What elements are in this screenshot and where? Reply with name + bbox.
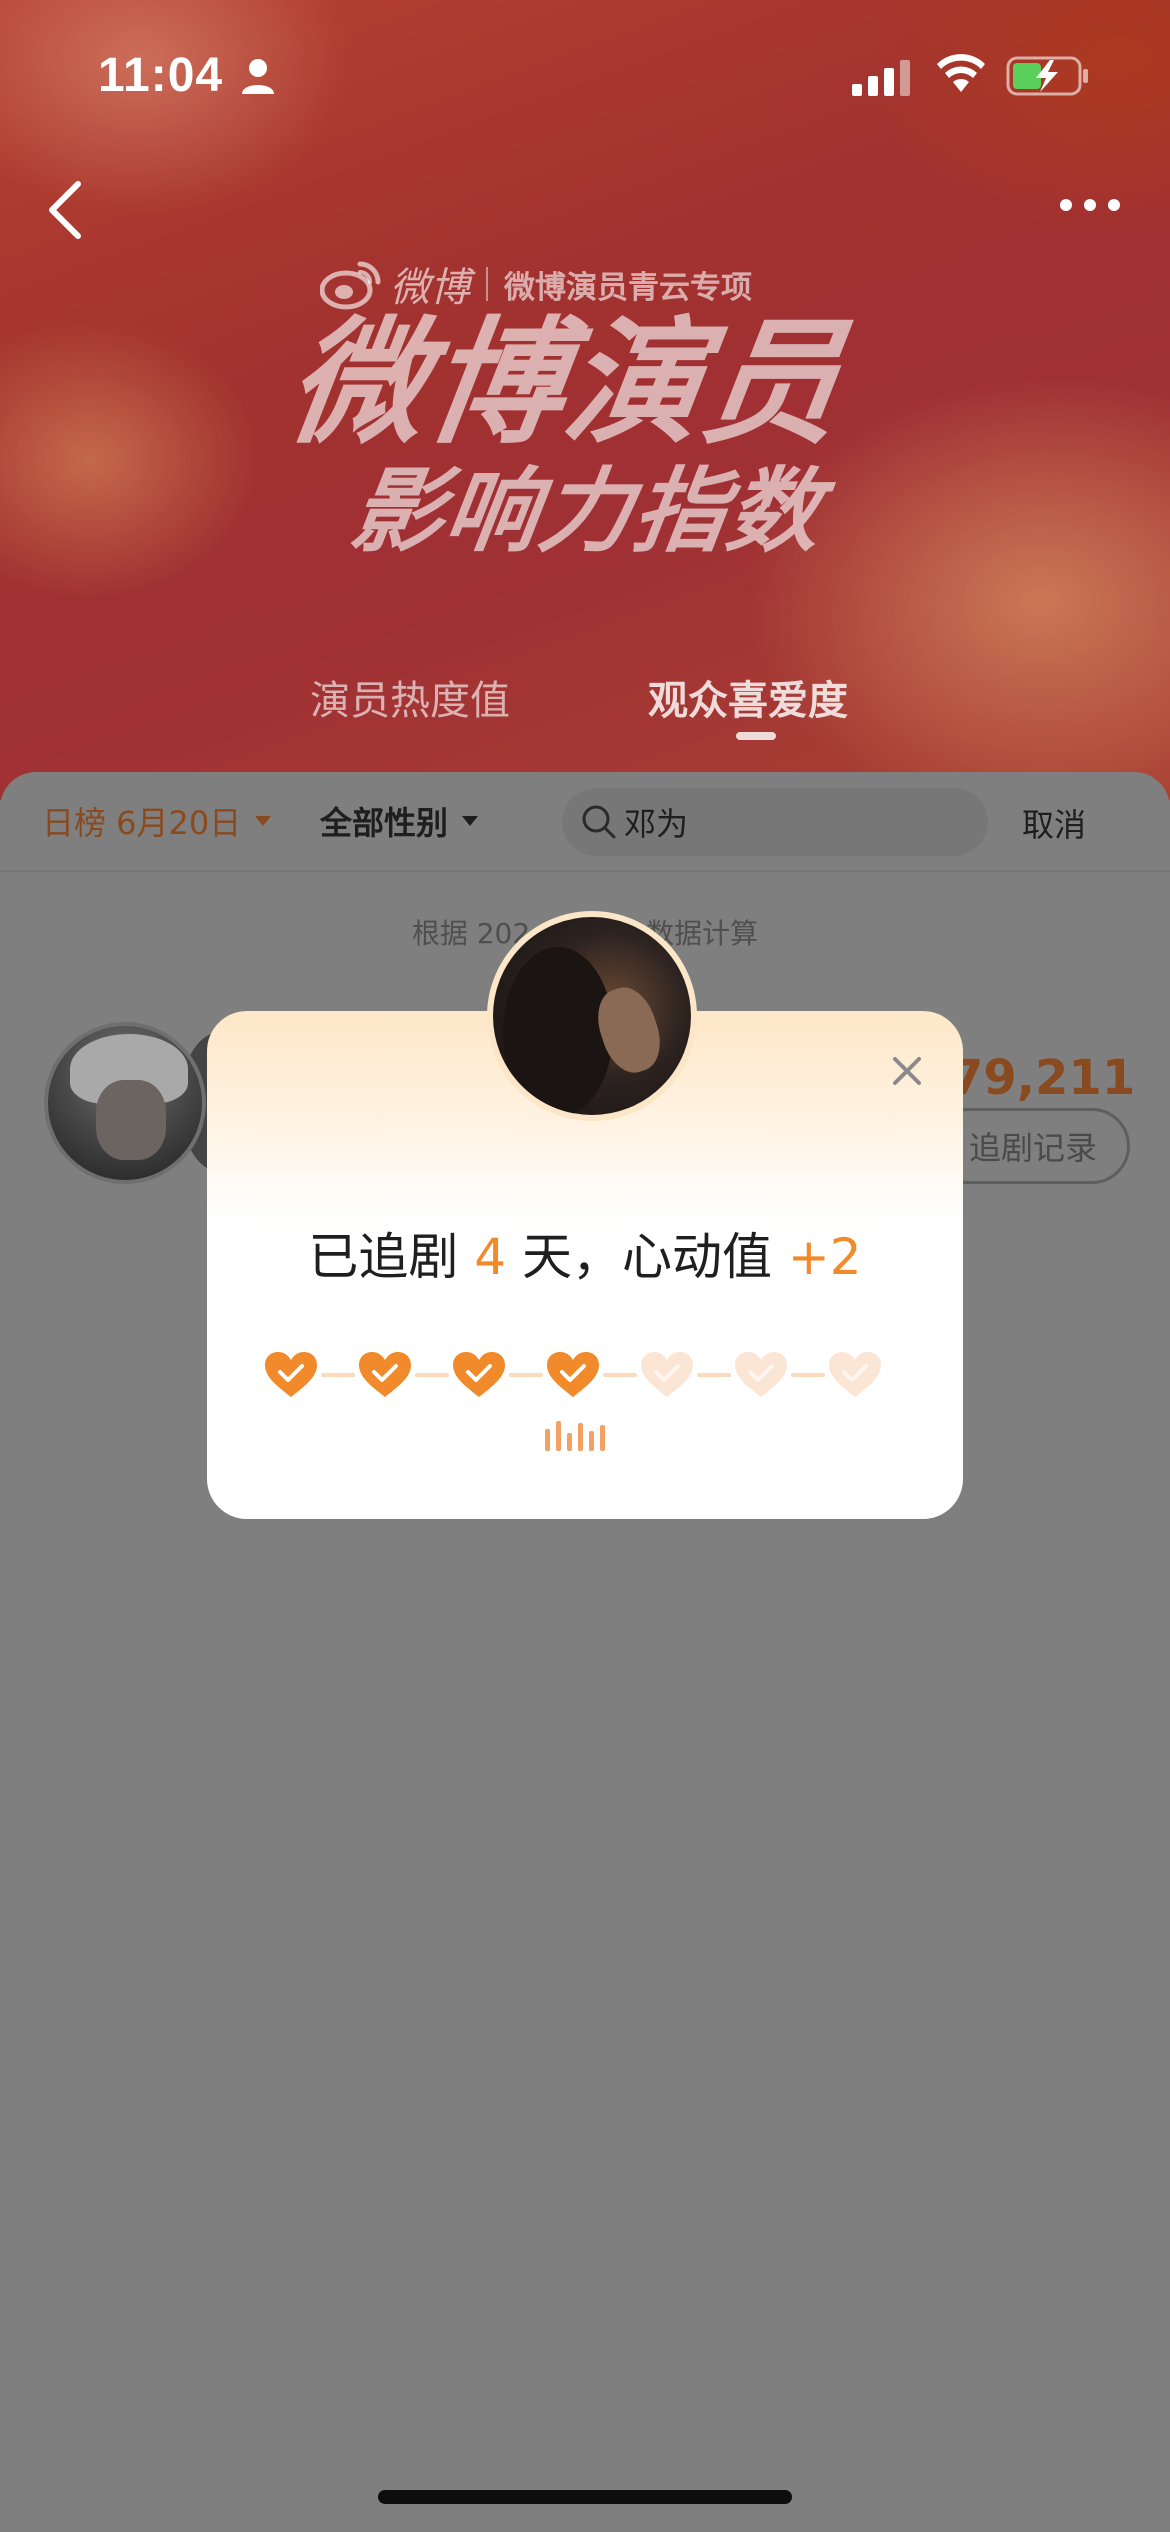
check-in-message: 已追剧 4 天，心动值 +2: [207, 1217, 963, 1289]
search-icon: [582, 805, 616, 839]
back-button[interactable]: [28, 170, 108, 250]
avatar-hair: [503, 947, 613, 1115]
status-time: 11:04: [98, 49, 224, 102]
weibo-eye-icon: [320, 261, 381, 310]
date-filter-label: 日榜 6月20日: [42, 804, 242, 842]
filter-bar: 日榜 6月20日 全部性别 取消: [0, 772, 1170, 872]
search-input[interactable]: [624, 803, 954, 841]
home-indicator: [378, 2490, 792, 2504]
heart-bonus: +2: [787, 1228, 862, 1286]
tab-actor-heat[interactable]: 演员热度值: [310, 668, 510, 726]
heart-empty-icon: [735, 1352, 787, 1397]
data-note-prefix: 根据 202: [411, 917, 531, 950]
person-icon: [242, 59, 274, 94]
actor-avatar[interactable]: [44, 1022, 206, 1184]
brand-subtitle: 微博演员青云专项: [504, 269, 752, 306]
chevron-down-icon: [255, 816, 272, 826]
heart-checked-icon: [265, 1352, 317, 1397]
chevron-down-icon: [462, 816, 479, 826]
date-filter[interactable]: 日榜 6月20日: [42, 798, 272, 844]
cellular-signal-icon: [852, 60, 910, 96]
heart-empty-icon: [829, 1352, 881, 1397]
heart-checked-icon: [547, 1352, 599, 1397]
heart-checked-icon: [359, 1352, 411, 1397]
heart-connector: [697, 1373, 731, 1377]
more-options-button[interactable]: [1050, 180, 1130, 230]
cancel-search-button[interactable]: 取消: [1022, 800, 1086, 846]
avatar-face: [96, 1080, 166, 1160]
brand-divider: [486, 267, 488, 301]
heart-progress: [263, 1347, 923, 1403]
search-box[interactable]: [562, 788, 988, 856]
close-icon[interactable]: [887, 1051, 927, 1091]
heart-connector: [791, 1373, 825, 1377]
gender-filter-label: 全部性别: [320, 804, 449, 842]
gender-filter[interactable]: 全部性别: [320, 798, 479, 844]
active-tab-indicator: [736, 732, 776, 740]
favor-score: 79,211: [950, 1050, 1136, 1106]
battery-charging-icon: [1006, 56, 1088, 96]
check-in-modal: 已追剧 4 天，心动值 +2: [207, 911, 963, 1519]
heart-connector: [321, 1373, 355, 1377]
sparkle-animation: [535, 1419, 615, 1451]
days-count: 4: [474, 1228, 507, 1286]
heart-connector: [603, 1373, 637, 1377]
heart-empty-icon: [641, 1352, 693, 1397]
tab-audience-favor[interactable]: 观众喜爱度: [648, 668, 848, 726]
message-prefix: 已追剧: [308, 1228, 475, 1286]
hero-title: 微博演员: [278, 305, 854, 463]
heart-connector: [415, 1373, 449, 1377]
message-middle: 天，心动值: [506, 1228, 788, 1286]
hero-subtitle: 影响力指数: [344, 458, 830, 565]
heart-checked-icon: [453, 1352, 505, 1397]
wifi-icon: [937, 54, 985, 92]
ranking-tabs: 演员热度值 观众喜爱度: [0, 668, 1170, 748]
heart-connector: [509, 1373, 543, 1377]
modal-actor-avatar: [487, 911, 697, 1121]
status-bar: 11:04: [0, 0, 1170, 150]
